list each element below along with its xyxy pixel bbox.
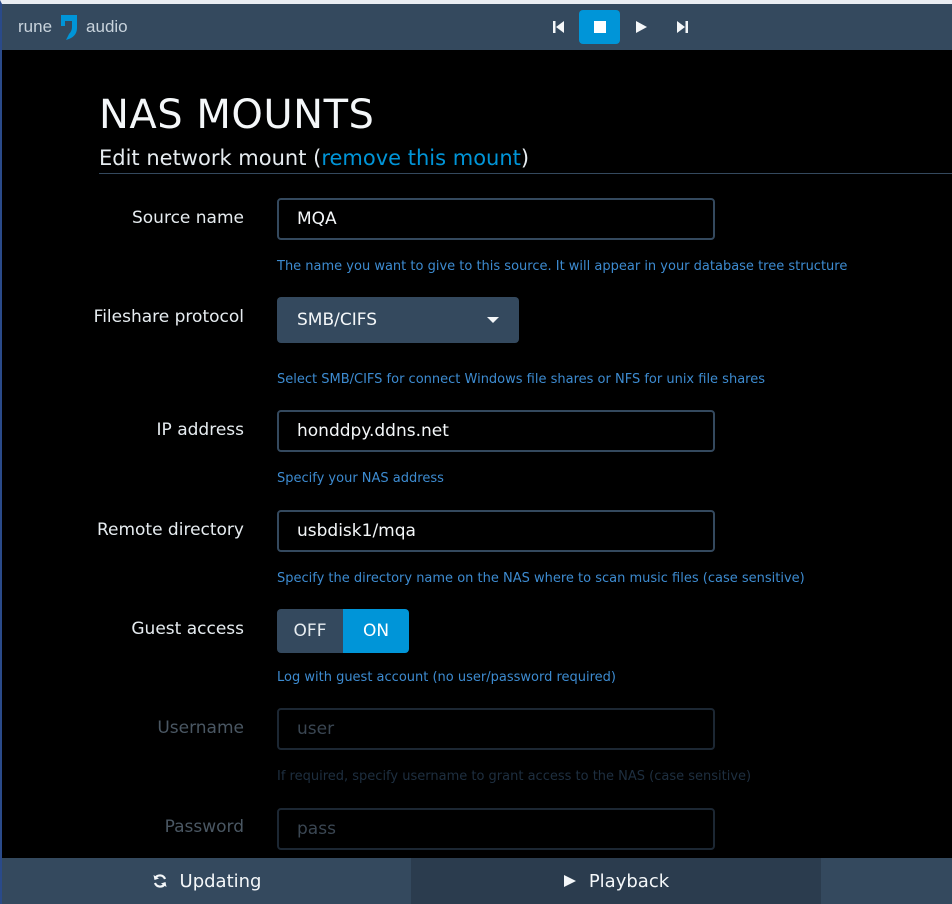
- guest-access-off-option[interactable]: OFF: [277, 609, 343, 653]
- remote-directory-value: usbdisk1/mqa: [297, 521, 416, 541]
- logo-text-left: rune: [18, 17, 53, 36]
- ip-address-input[interactable]: honddpy.ddns.net: [277, 410, 715, 452]
- remove-mount-link[interactable]: remove this mount: [321, 146, 521, 170]
- source-name-label: Source name: [131, 208, 244, 228]
- section-divider: [99, 173, 952, 174]
- page-title: NAS MOUNTS: [99, 92, 375, 138]
- play-icon: [563, 875, 576, 887]
- username-placeholder: user: [297, 719, 335, 739]
- stop-icon: [593, 21, 606, 33]
- guest-access-toggle[interactable]: OFF ON: [277, 609, 409, 653]
- source-name-input[interactable]: MQA: [277, 198, 715, 240]
- transport-controls: [538, 10, 702, 44]
- skip-next-icon: [676, 21, 688, 33]
- skip-previous-icon: [552, 21, 564, 33]
- playback-label: Playback: [588, 870, 670, 892]
- ip-address-value: honddpy.ddns.net: [297, 421, 449, 441]
- updating-label: Updating: [179, 870, 262, 892]
- section-heading: Edit network mount (remove this mount): [99, 146, 529, 170]
- source-name-value: MQA: [297, 209, 337, 229]
- updating-button[interactable]: Updating: [2, 858, 411, 904]
- stop-button[interactable]: [579, 10, 620, 44]
- remote-directory-help: Specify the directory name on the NAS wh…: [277, 571, 805, 586]
- refresh-icon: [153, 874, 167, 888]
- ip-address-help: Specify your NAS address: [277, 471, 444, 486]
- rune-logo-icon: [61, 15, 78, 40]
- password-input: pass: [277, 808, 715, 850]
- ip-address-label: IP address: [156, 420, 244, 440]
- section-heading-suffix: ): [520, 146, 530, 170]
- section-heading-prefix: Edit network mount (: [99, 146, 322, 170]
- top-bar: rune audio: [2, 4, 952, 50]
- password-label: Password: [164, 817, 244, 837]
- username-input: user: [277, 708, 715, 750]
- password-placeholder: pass: [297, 819, 336, 839]
- previous-button[interactable]: [538, 10, 579, 44]
- play-icon: [635, 21, 647, 33]
- guest-access-help: Log with guest account (no user/password…: [277, 670, 617, 685]
- protocol-selected-value: SMB/CIFS: [297, 310, 378, 330]
- next-button[interactable]: [661, 10, 702, 44]
- app-logo[interactable]: rune audio: [18, 12, 128, 42]
- protocol-label: Fileshare protocol: [93, 307, 244, 327]
- chevron-down-icon: [487, 317, 499, 323]
- remote-directory-label: Remote directory: [96, 520, 244, 540]
- playback-button[interactable]: Playback: [411, 858, 821, 904]
- username-help: If required, specify username to grant a…: [277, 769, 752, 784]
- play-button[interactable]: [620, 10, 661, 44]
- logo-text-right: audio: [86, 17, 128, 36]
- protocol-select[interactable]: SMB/CIFS: [277, 297, 519, 343]
- username-label: Username: [157, 718, 244, 738]
- bottom-bar: Updating Playback: [2, 858, 952, 904]
- protocol-help: Select SMB/CIFS for connect Windows file…: [277, 372, 765, 387]
- remote-directory-input[interactable]: usbdisk1/mqa: [277, 510, 715, 552]
- guest-access-on-option[interactable]: ON: [343, 609, 409, 653]
- guest-access-label: Guest access: [131, 619, 244, 639]
- source-name-help: The name you want to give to this source…: [277, 259, 848, 274]
